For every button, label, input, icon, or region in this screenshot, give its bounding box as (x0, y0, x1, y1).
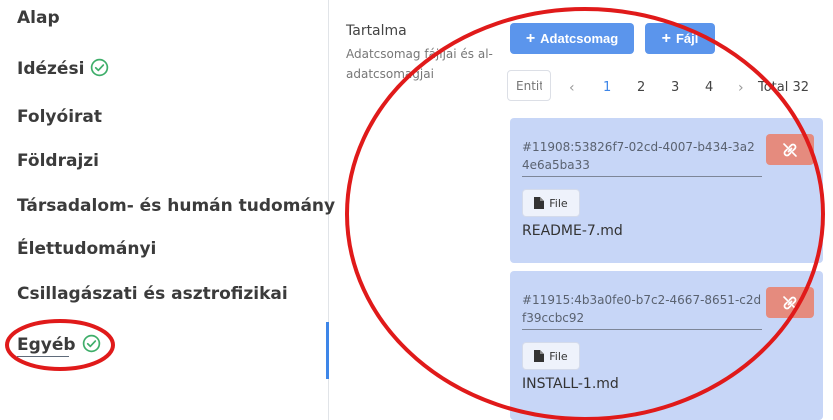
file-button-label: File (549, 196, 568, 210)
unlink-button[interactable] (766, 134, 814, 165)
chevron-right-icon[interactable]: › (738, 80, 744, 96)
check-circle-icon (82, 334, 100, 353)
file-button[interactable]: File (522, 342, 580, 370)
sidebar-item-alap[interactable]: Alap (17, 8, 60, 28)
unlink-icon (783, 295, 797, 310)
unlink-button[interactable] (766, 287, 814, 318)
add-dataset-label: Adatcsomag (540, 31, 619, 46)
chevron-left-icon[interactable]: ‹ (569, 80, 575, 96)
sidebar-item-idezesi[interactable]: Idézési (17, 58, 109, 79)
divider (522, 329, 762, 330)
file-name: INSTALL-1.md (522, 376, 619, 392)
add-dataset-button[interactable]: + Adatcsomag (510, 23, 634, 54)
add-file-button[interactable]: + Fájl (645, 23, 715, 54)
page-1-button[interactable]: 1 (603, 80, 611, 95)
sidebar-item-label: Idézési (17, 59, 85, 79)
item-id: #11908:53826f7-02cd-4007-b434-3a24e6a5ba… (522, 140, 755, 172)
sidebar-item-folyoirat[interactable]: Folyóirat (17, 107, 102, 127)
sidebar-item-label: Folyóirat (17, 107, 102, 127)
file-button[interactable]: File (522, 189, 580, 217)
section-description: Adatcsomag fájljai és al-adatcsomagjai (346, 47, 493, 81)
plus-icon: + (661, 29, 671, 47)
unlink-icon (783, 142, 797, 157)
sidebar-item-label: Alap (17, 8, 60, 28)
list-item: #11908:53826f7-02cd-4007-b434-3a24e6a5ba… (510, 118, 823, 263)
sidebar-item-label: Élettudományi (17, 239, 157, 259)
active-item-indicator (326, 322, 329, 379)
sidebar-item-label: Társadalom- és humán tudomány (17, 196, 336, 216)
document-icon (534, 350, 545, 362)
item-id: #11915:4b3a0fe0-b7c2-4667-8651-c2df39ccb… (522, 293, 762, 325)
page-3-button[interactable]: 3 (671, 80, 679, 95)
list-item: #11915:4b3a0fe0-b7c2-4667-8651-c2df39ccb… (510, 271, 823, 420)
active-item-underline (17, 356, 69, 357)
section-title: Tartalma (346, 23, 407, 39)
file-name: README-7.md (522, 223, 623, 239)
sidebar-item-label: Földrajzi (17, 151, 100, 171)
sidebar-item-csillagaszati[interactable]: Csillagászati és asztrofizikai (17, 284, 288, 304)
document-icon (534, 197, 545, 209)
filter-input[interactable] (507, 70, 551, 101)
page-2-button[interactable]: 2 (637, 80, 645, 95)
sidebar-item-tarsadalom[interactable]: Társadalom- és humán tudomány (17, 196, 335, 216)
sidebar-item-foldrajzi[interactable]: Földrajzi (17, 151, 99, 171)
pagination-total: Total 32 (758, 80, 810, 95)
check-circle-icon (91, 58, 109, 77)
divider (522, 176, 762, 177)
sidebar-item-label: Csillagászati és asztrofizikai (17, 284, 288, 304)
sidebar-item-elettudomanyi[interactable]: Élettudományi (17, 239, 156, 259)
sidebar: Alap Idézési Folyóirat Földrajzi Társada… (0, 0, 335, 420)
sidebar-item-egyeb[interactable]: Egyéb (17, 334, 101, 355)
add-file-label: Fájl (675, 31, 699, 46)
page-4-button[interactable]: 4 (705, 80, 713, 95)
sidebar-item-label: Egyéb (17, 335, 76, 355)
file-button-label: File (549, 349, 568, 363)
plus-icon: + (525, 29, 536, 47)
